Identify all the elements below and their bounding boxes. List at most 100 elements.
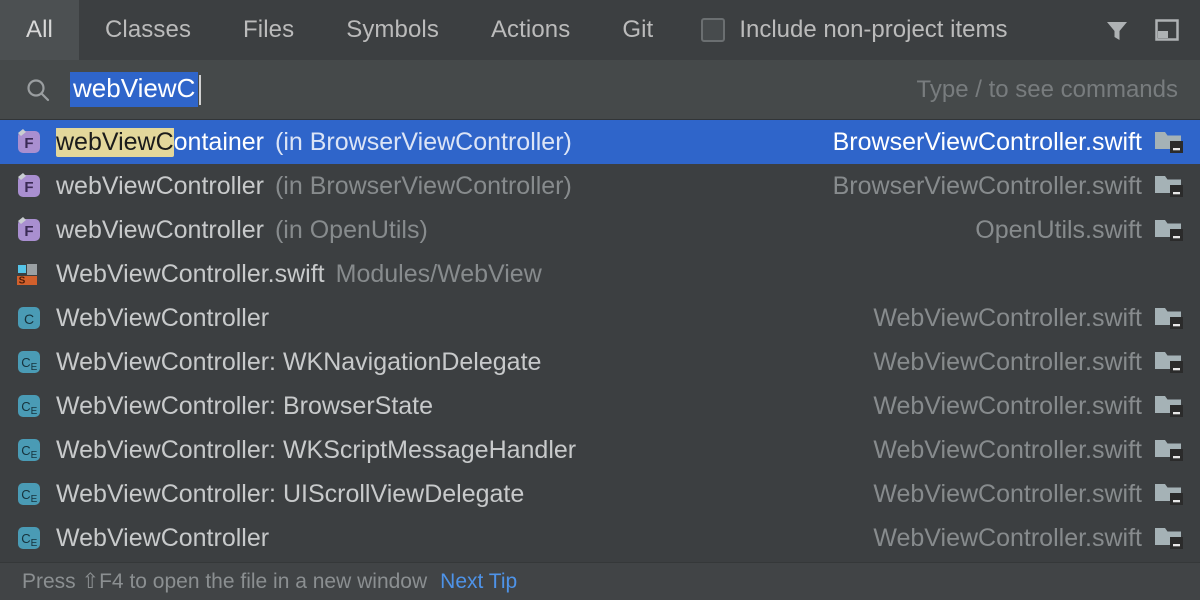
search-everywhere-popup: All Classes Files Symbols Actions Git In…	[0, 0, 1200, 600]
filter-funnel-icon[interactable]	[1102, 15, 1132, 45]
result-row[interactable]: CEWebViewController: WKNavigationDelegat…	[0, 340, 1200, 384]
swift-class-extension-icon: CE	[14, 523, 44, 553]
result-row-location: WebViewController.swift	[849, 348, 1184, 377]
search-hint: Type / to see commands	[917, 76, 1178, 104]
module-folder-icon	[1154, 305, 1184, 331]
search-input[interactable]: webViewC	[70, 72, 198, 107]
result-row-location: WebViewController.swift	[849, 524, 1184, 553]
result-row-name: WebViewController: UIScrollViewDelegate	[56, 480, 524, 509]
svg-text:S: S	[19, 276, 26, 287]
search-bar[interactable]: webViewC Type / to see commands	[0, 60, 1200, 120]
result-row-name: WebViewController: WKScriptMessageHandle…	[56, 436, 576, 465]
result-row[interactable]: CE WebViewController: BrowserState WebView…	[0, 384, 1200, 428]
tab-all-label: All	[26, 16, 53, 44]
result-row-location: WebViewController.swift	[849, 392, 1184, 421]
result-row-name: webViewContainer	[56, 128, 264, 157]
tab-actions[interactable]: Actions	[465, 0, 596, 60]
search-icon	[24, 76, 52, 104]
result-row-name: WebViewController: BrowserState	[56, 392, 433, 421]
svg-text:E: E	[31, 362, 38, 373]
swift-field-icon: F	[14, 171, 44, 201]
module-folder-icon	[1154, 129, 1184, 155]
result-row-detail: (in BrowserViewController)	[275, 128, 572, 157]
result-row-main: WebViewController: UIScrollViewDelegate	[56, 480, 524, 509]
result-row-location: WebViewController.swift	[849, 480, 1184, 509]
result-row-main: WebViewController	[56, 524, 269, 553]
checkbox-box-icon	[701, 18, 725, 42]
result-row-detail: (in OpenUtils)	[275, 216, 428, 245]
result-row-filename: WebViewController.swift	[873, 436, 1142, 465]
tab-files-label: Files	[243, 16, 294, 44]
result-row[interactable]: FwebViewContainer (in BrowserViewControll…	[0, 120, 1200, 164]
status-bar: Press ⇧F4 to open the file in a new wind…	[0, 562, 1200, 600]
result-row-main: WebViewController.swiftModules/WebView	[56, 260, 542, 289]
include-non-project-items-checkbox[interactable]: Include non-project items	[679, 0, 1007, 60]
swift-class-extension-icon: CE	[14, 391, 44, 421]
module-folder-icon	[1154, 437, 1184, 463]
svg-text:C: C	[21, 531, 30, 546]
result-row-filename: BrowserViewController.swift	[833, 172, 1142, 201]
svg-text:E: E	[31, 450, 38, 461]
module-folder-icon	[1154, 393, 1184, 419]
result-row[interactable]: CE WebViewController: UIScrollViewDelegat…	[0, 472, 1200, 516]
result-row-location: WebViewController.swift	[849, 436, 1184, 465]
result-row[interactable]: CE WebViewController: WKScriptMessageHand…	[0, 428, 1200, 472]
svg-text:E: E	[31, 538, 38, 549]
text-caret	[199, 75, 201, 105]
result-row[interactable]: FwebViewController (in BrowserViewControl…	[0, 164, 1200, 208]
tab-symbols-label: Symbols	[346, 16, 439, 44]
result-row-name-rest: ontainer	[174, 128, 264, 156]
result-row-filename: WebViewController.swift	[873, 304, 1142, 333]
tab-actions-label: Actions	[491, 16, 570, 44]
status-hint-text: Press ⇧F4 to open the file in a new wind…	[22, 569, 427, 594]
toolbar-icons	[1102, 0, 1200, 60]
tab-git-label: Git	[622, 16, 653, 44]
result-row-location: WebViewController.swift	[849, 304, 1184, 333]
tab-all[interactable]: All	[0, 0, 79, 60]
result-row-name: webViewController	[56, 172, 264, 201]
result-row-filename: WebViewController.swift	[873, 392, 1142, 421]
svg-text:C: C	[21, 443, 30, 458]
result-row-main: WebViewController: WKScriptMessageHandle…	[56, 436, 576, 465]
module-folder-icon	[1154, 173, 1184, 199]
next-tip-link[interactable]: Next Tip	[440, 570, 517, 594]
result-row-main: WebViewController: WKNavigationDelegate	[56, 348, 541, 377]
search-results-list[interactable]: FwebViewContainer (in BrowserViewControll…	[0, 120, 1200, 562]
result-row[interactable]: FwebViewController (in OpenUtils) OpenUtil…	[0, 208, 1200, 252]
result-row[interactable]: CE WebViewController WebViewController.swi…	[0, 516, 1200, 560]
preview-panel-icon[interactable]	[1152, 15, 1182, 45]
result-row-filename: WebViewController.swift	[873, 524, 1142, 553]
result-row-detail: Modules/WebView	[336, 260, 542, 289]
module-folder-icon	[1154, 525, 1184, 551]
result-row-location: OpenUtils.swift	[951, 216, 1184, 245]
result-row-detail: (in BrowserViewController)	[275, 172, 572, 201]
module-folder-icon	[1154, 481, 1184, 507]
result-row-location: BrowserViewController.swift	[809, 128, 1184, 157]
result-row-filename: OpenUtils.swift	[975, 216, 1142, 245]
result-row-main: webViewController (in BrowserViewControll…	[56, 172, 572, 201]
swift-file-icon: S	[14, 259, 44, 289]
svg-text:F: F	[24, 179, 33, 196]
result-row[interactable]: C WebViewController WebViewController.swif…	[0, 296, 1200, 340]
svg-text:C: C	[21, 399, 30, 414]
include-non-project-items-label: Include non-project items	[739, 16, 1007, 44]
module-folder-icon	[1154, 217, 1184, 243]
tab-files[interactable]: Files	[217, 0, 320, 60]
result-row-filename: BrowserViewController.swift	[833, 128, 1142, 157]
module-folder-icon	[1154, 349, 1184, 375]
result-row[interactable]: S WebViewController.swiftModules/WebView	[0, 252, 1200, 296]
svg-text:E: E	[31, 406, 38, 417]
result-row-name: WebViewController	[56, 304, 269, 333]
swift-field-icon: F	[14, 215, 44, 245]
tab-classes[interactable]: Classes	[79, 0, 217, 60]
result-row-match-highlight: webViewC	[56, 128, 174, 157]
swift-class-extension-icon: CE	[14, 479, 44, 509]
tab-symbols[interactable]: Symbols	[320, 0, 465, 60]
result-row-name: webViewController	[56, 216, 264, 245]
tab-git[interactable]: Git	[596, 0, 679, 60]
svg-text:F: F	[24, 135, 33, 152]
swift-class-icon: C	[14, 303, 44, 333]
svg-text:F: F	[24, 223, 33, 240]
swift-class-extension-icon: CE	[14, 435, 44, 465]
result-row-filename: WebViewController.swift	[873, 348, 1142, 377]
